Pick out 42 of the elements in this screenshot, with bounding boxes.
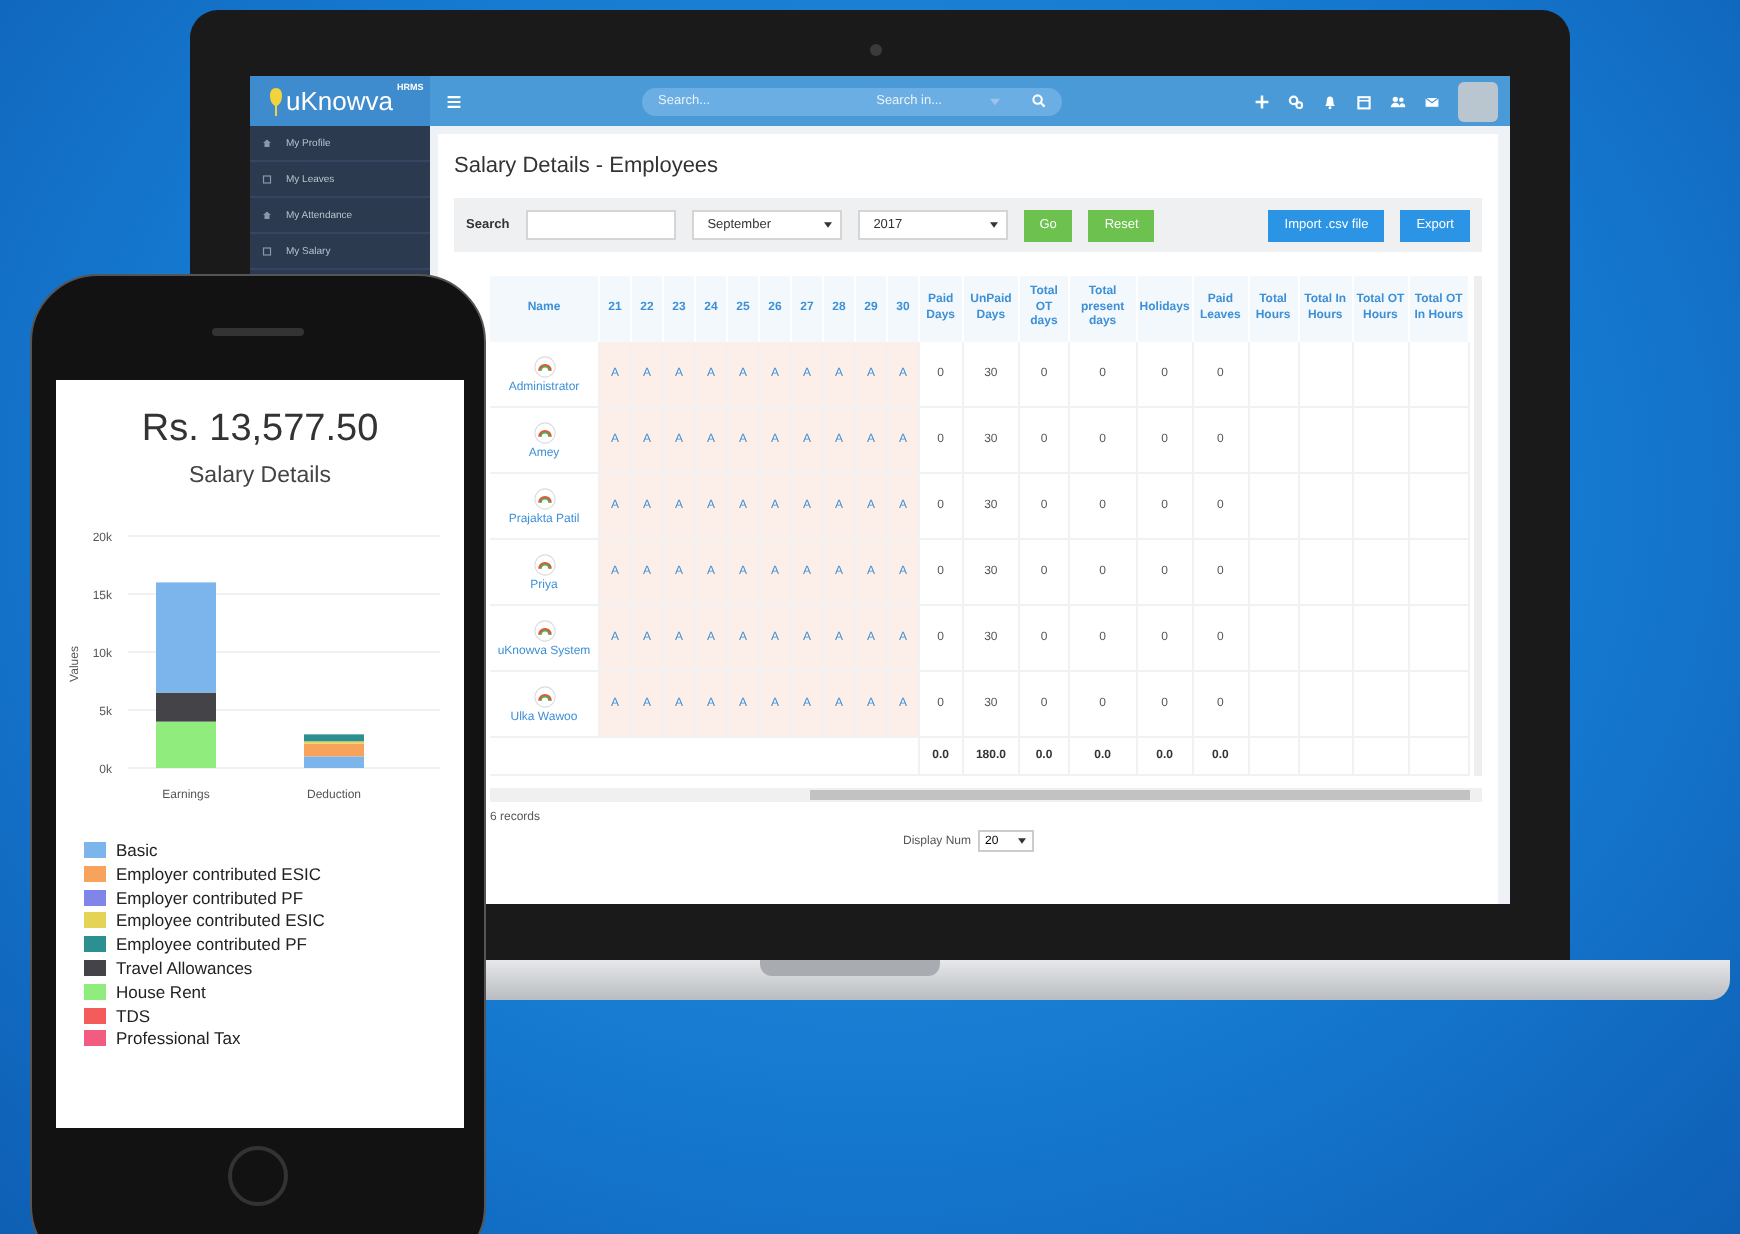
menu-icon[interactable]	[446, 93, 462, 109]
user-avatar[interactable]	[1458, 81, 1498, 121]
avatar-icon	[533, 355, 555, 377]
home-icon	[262, 210, 272, 220]
caret-icon	[823, 222, 832, 228]
legend-label: Employer contributed PF	[116, 887, 304, 908]
chart-title: Salary Details	[189, 464, 331, 488]
search-field[interactable]	[525, 210, 676, 240]
caret-icon	[989, 222, 998, 228]
avatar-icon	[533, 487, 555, 509]
avatar-icon	[533, 553, 555, 575]
gears-icon[interactable]	[1288, 93, 1304, 109]
home-icon	[262, 138, 272, 148]
scrollbar-thumb[interactable]	[810, 790, 1470, 800]
users-icon[interactable]	[1390, 93, 1406, 109]
caret-icon	[1017, 838, 1025, 844]
caret-icon	[990, 97, 1000, 105]
legend-label: Employee contributed PF	[116, 934, 307, 955]
legend-label: Professional Tax	[116, 1028, 241, 1049]
page-title: Salary Details - Employees	[454, 152, 721, 182]
legend-label: Basic	[116, 840, 158, 860]
legend-label: Employee contributed ESIC	[116, 910, 325, 931]
bell-icon[interactable]	[1322, 93, 1338, 109]
legend-label: Travel Allowances	[116, 957, 253, 978]
webcam-icon	[870, 44, 882, 56]
speaker-icon	[212, 328, 304, 336]
legend-label: TDS	[116, 1005, 150, 1026]
logo-text: uKnowva	[286, 86, 393, 116]
plus-icon[interactable]	[1254, 93, 1270, 109]
calendar-icon	[262, 246, 272, 256]
legend-label: Employer contributed ESIC	[116, 863, 322, 884]
salary-amount: Rs. 13,577.50	[141, 408, 379, 452]
avatar-icon	[533, 685, 555, 707]
envelope-icon[interactable]	[1424, 93, 1440, 109]
calendar-icon[interactable]	[1356, 93, 1372, 109]
avatar-icon	[533, 421, 555, 443]
legend-label: House Rent	[116, 981, 206, 1002]
horizontal-scrollbar[interactable]	[490, 788, 1482, 802]
calendar-icon	[262, 174, 272, 184]
search-icon[interactable]	[1032, 94, 1046, 108]
avatar-icon	[533, 619, 555, 641]
leaf-icon	[270, 87, 282, 115]
